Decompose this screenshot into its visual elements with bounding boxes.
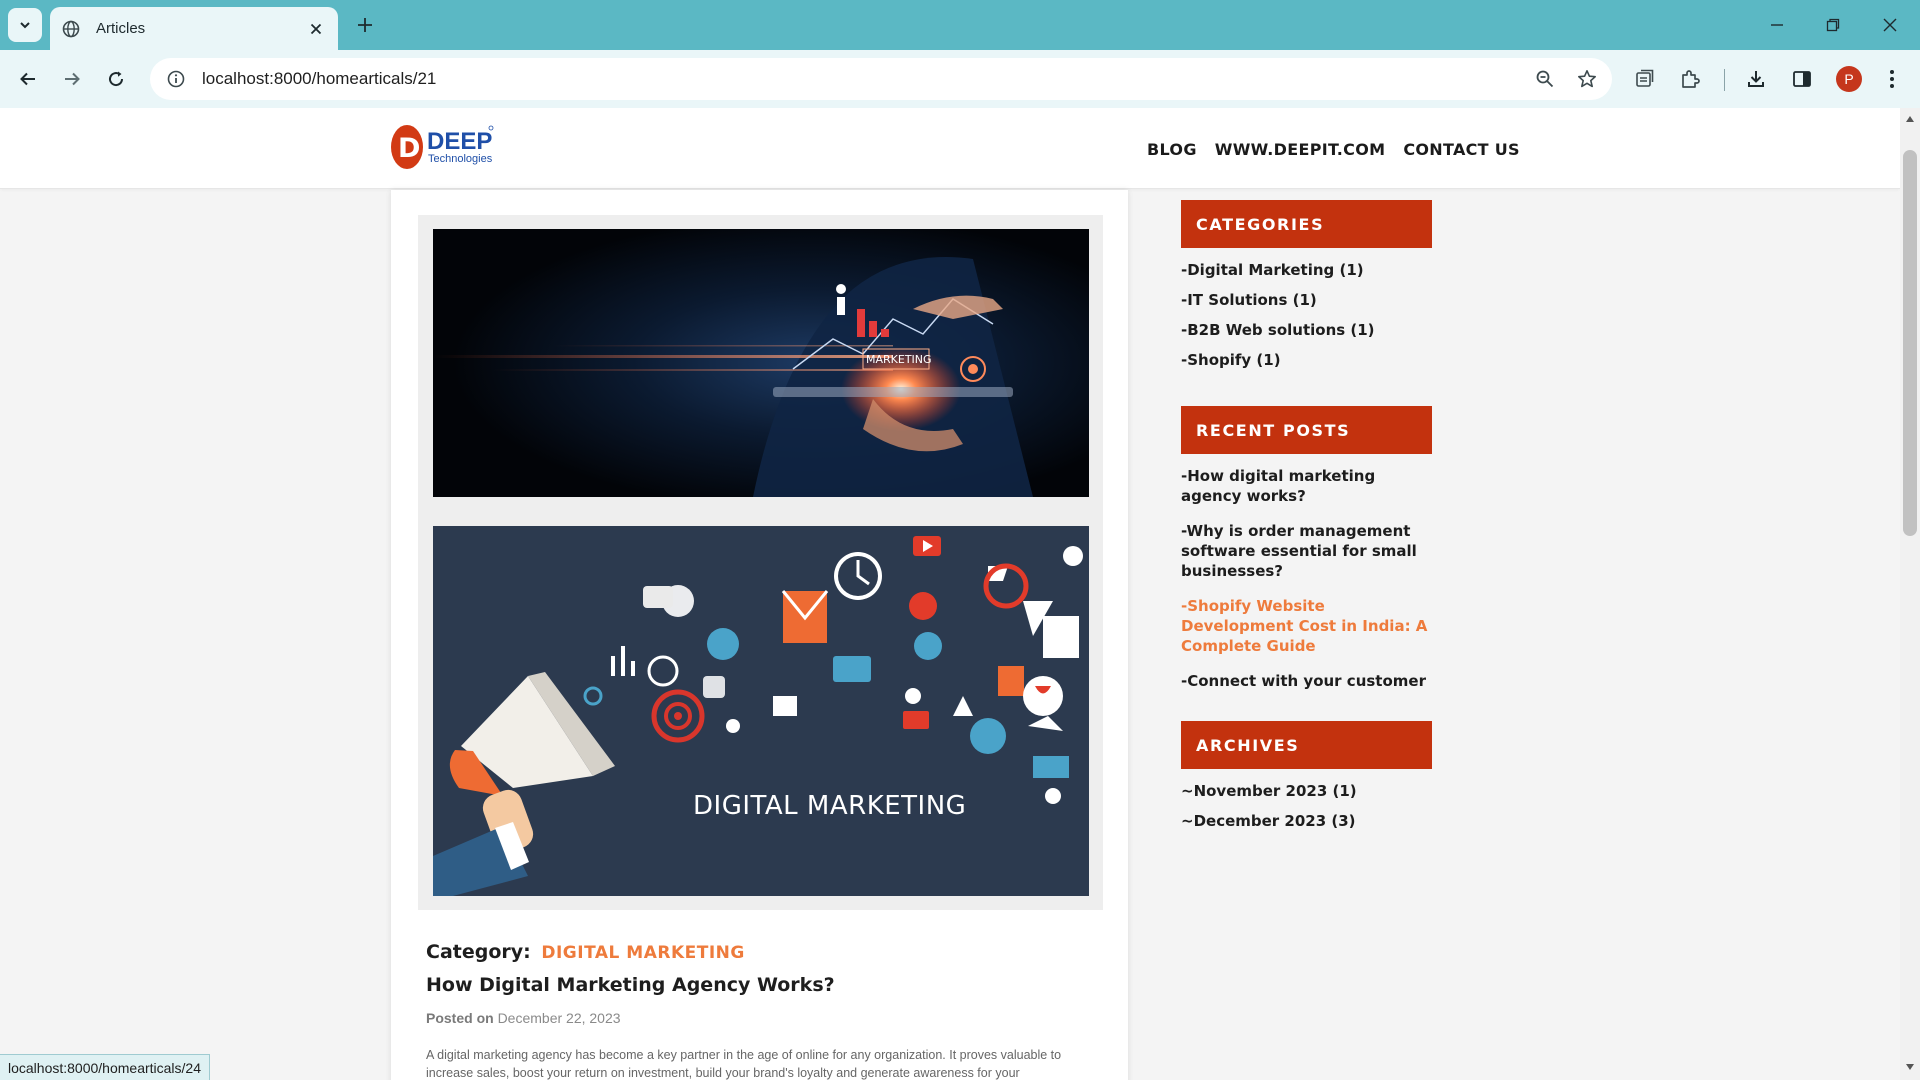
browser-menu-button[interactable] bbox=[1876, 63, 1908, 95]
close-window-button[interactable] bbox=[1872, 10, 1908, 40]
star-icon bbox=[1578, 70, 1596, 88]
article-media: MARKETING DIGITAL MARKETING bbox=[418, 215, 1103, 910]
side-panel-button[interactable] bbox=[1786, 63, 1818, 95]
nav-blog-link[interactable]: BLOG bbox=[1147, 140, 1197, 159]
site-header: D DEEP Technologies BLOG WWW.DEEPIT.COM … bbox=[0, 108, 1900, 189]
article-title[interactable]: How Digital Marketing Agency Works? bbox=[426, 974, 835, 996]
image1-caption: MARKETING bbox=[866, 353, 932, 366]
tab-title: Articles bbox=[96, 20, 146, 37]
archive-item[interactable]: ~December 2023 (3) bbox=[1181, 811, 1433, 831]
article-excerpt: A digital marketing agency has become a … bbox=[426, 1048, 1062, 1080]
side-panel-icon bbox=[1793, 71, 1811, 87]
archive-item[interactable]: ~November 2023 (1) bbox=[1181, 781, 1433, 801]
close-icon bbox=[310, 23, 322, 34]
arrow-down-icon bbox=[1906, 1064, 1914, 1070]
address-bar[interactable]: localhost:8000/homearticals/21 bbox=[150, 58, 1612, 100]
recent-post-item-hovered[interactable]: -Shopify Website Development Cost in Ind… bbox=[1181, 596, 1433, 656]
deep-logo-icon: D DEEP Technologies bbox=[391, 125, 494, 169]
recent-post-item[interactable]: -Connect with your customer bbox=[1181, 671, 1433, 691]
restore-button[interactable] bbox=[1815, 10, 1851, 40]
extensions-icon bbox=[1682, 70, 1700, 88]
minimize-icon bbox=[1771, 24, 1783, 26]
article-category: Category: DIGITAL MARKETING bbox=[426, 941, 745, 963]
digital-marketing-image[interactable]: DIGITAL MARKETING bbox=[433, 526, 1089, 896]
page-viewport: D DEEP Technologies BLOG WWW.DEEPIT.COM … bbox=[0, 108, 1900, 1080]
back-button[interactable] bbox=[12, 63, 44, 95]
forward-icon bbox=[65, 72, 80, 86]
arrow-up-icon bbox=[1906, 116, 1914, 122]
recent-posts-heading: RECENT POSTS bbox=[1181, 406, 1432, 454]
zoom-button[interactable] bbox=[1528, 62, 1562, 96]
posted-label: Posted on bbox=[426, 1010, 494, 1026]
tab-search-button[interactable] bbox=[8, 8, 42, 42]
url-text[interactable]: localhost:8000/homearticals/21 bbox=[202, 69, 1528, 89]
tab-close-button[interactable] bbox=[306, 19, 326, 39]
svg-text:D: D bbox=[398, 133, 420, 164]
scroll-up-button[interactable] bbox=[1903, 112, 1917, 126]
category-item[interactable]: -Digital Marketing (1) bbox=[1181, 260, 1433, 280]
site-info-button[interactable] bbox=[164, 67, 188, 91]
category-link[interactable]: DIGITAL MARKETING bbox=[541, 943, 744, 963]
category-item[interactable]: -B2B Web solutions (1) bbox=[1181, 320, 1433, 340]
site-info-icon bbox=[167, 70, 185, 88]
download-icon bbox=[1748, 71, 1764, 87]
posted-date: December 22, 2023 bbox=[497, 1010, 621, 1026]
tab-capture-button[interactable] bbox=[1629, 63, 1661, 95]
archives-heading: ARCHIVES bbox=[1181, 721, 1432, 769]
downloads-button[interactable] bbox=[1740, 63, 1772, 95]
nav-deepit-link[interactable]: WWW.DEEPIT.COM bbox=[1215, 140, 1386, 159]
nav-contact-link[interactable]: CONTACT US bbox=[1403, 140, 1520, 159]
reload-icon bbox=[109, 71, 124, 87]
image2-caption: DIGITAL MARKETING bbox=[693, 791, 966, 821]
recent-post-item[interactable]: -Why is order management software essent… bbox=[1181, 521, 1433, 581]
logo-text: DEEP bbox=[427, 128, 492, 155]
new-tab-button[interactable] bbox=[352, 12, 378, 38]
tab-capture-icon bbox=[1636, 69, 1654, 87]
site-logo[interactable]: D DEEP Technologies bbox=[390, 118, 500, 174]
link-status-bar: localhost:8000/homearticals/24 bbox=[0, 1054, 211, 1080]
scroll-thumb[interactable] bbox=[1903, 150, 1917, 536]
archives-list: ~November 2023 (1) ~December 2023 (3) bbox=[1181, 781, 1433, 831]
categories-heading: CATEGORIES bbox=[1181, 200, 1432, 248]
browser-toolbar: localhost:8000/homearticals/21 P bbox=[0, 50, 1920, 108]
main-nav: BLOG WWW.DEEPIT.COM CONTACT US bbox=[1147, 140, 1520, 159]
recent-posts-list: -How digital marketing agency works? -Wh… bbox=[1181, 466, 1433, 691]
marketing-hero-image[interactable]: MARKETING bbox=[433, 229, 1089, 497]
close-icon bbox=[1883, 18, 1897, 32]
bookmark-button[interactable] bbox=[1570, 62, 1604, 96]
back-icon bbox=[20, 72, 35, 86]
sidebar: CATEGORIES -Digital Marketing (1) -IT So… bbox=[1181, 200, 1433, 841]
logo-subtext: Technologies bbox=[428, 153, 493, 165]
reload-button[interactable] bbox=[100, 63, 132, 95]
minimize-button[interactable] bbox=[1759, 10, 1795, 40]
category-label: Category: bbox=[426, 941, 531, 963]
kebab-menu-icon bbox=[1890, 70, 1894, 88]
categories-list: -Digital Marketing (1) -IT Solutions (1)… bbox=[1181, 260, 1433, 370]
article-meta: Posted on December 22, 2023 bbox=[426, 1010, 621, 1026]
category-item[interactable]: -Shopify (1) bbox=[1181, 350, 1433, 370]
profile-avatar[interactable]: P bbox=[1836, 66, 1862, 92]
chevron-down-icon bbox=[20, 22, 30, 29]
plus-icon bbox=[358, 18, 372, 32]
active-tab[interactable]: Articles bbox=[50, 7, 338, 50]
restore-icon bbox=[1826, 18, 1840, 32]
scroll-down-button[interactable] bbox=[1903, 1060, 1917, 1074]
forward-button[interactable] bbox=[56, 63, 88, 95]
article-card: MARKETING DIGITAL MARKETING Category: DI… bbox=[391, 190, 1128, 1080]
recent-post-item[interactable]: -How digital marketing agency works? bbox=[1181, 466, 1433, 506]
category-item[interactable]: -IT Solutions (1) bbox=[1181, 290, 1433, 310]
extensions-button[interactable] bbox=[1674, 63, 1706, 95]
browser-tab-bar: Articles bbox=[0, 0, 1920, 50]
globe-icon bbox=[62, 20, 80, 37]
zoom-icon bbox=[1536, 70, 1554, 88]
toolbar-separator bbox=[1724, 69, 1725, 91]
